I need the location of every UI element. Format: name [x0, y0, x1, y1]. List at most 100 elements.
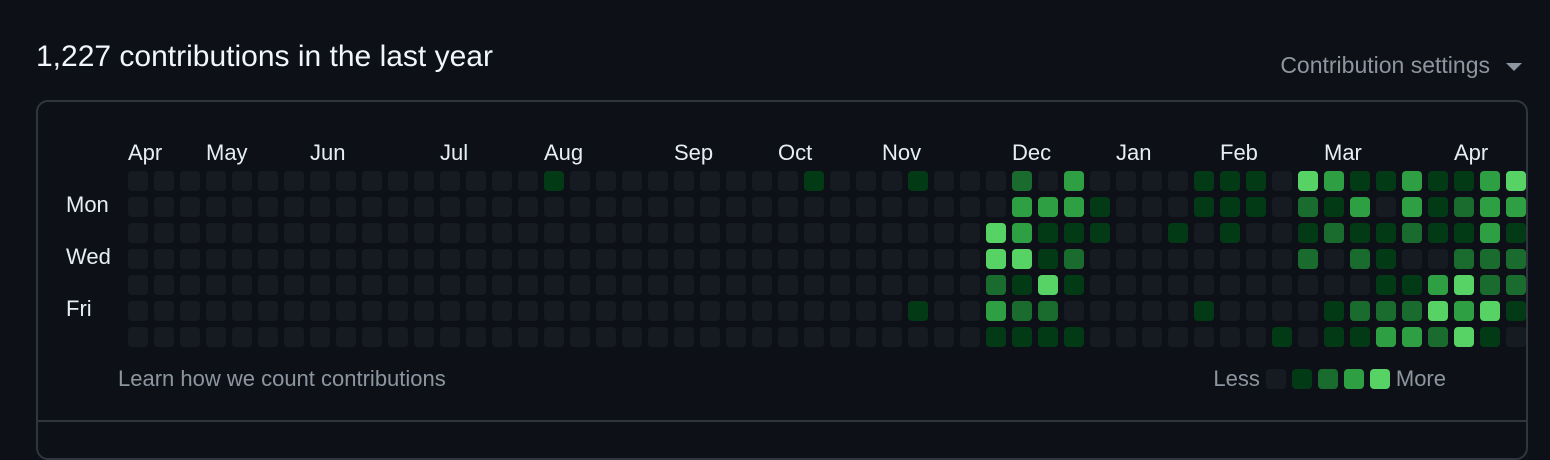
contribution-day-cell[interactable] [1090, 197, 1110, 217]
contribution-day-cell[interactable] [544, 327, 564, 347]
contribution-day-cell[interactable] [414, 171, 434, 191]
contribution-day-cell[interactable] [648, 197, 668, 217]
contribution-day-cell[interactable] [960, 171, 980, 191]
contribution-day-cell[interactable] [518, 249, 538, 269]
contribution-day-cell[interactable] [856, 327, 876, 347]
contribution-day-cell[interactable] [596, 197, 616, 217]
contribution-day-cell[interactable] [128, 223, 148, 243]
contribution-day-cell[interactable] [1220, 301, 1240, 321]
contribution-day-cell[interactable] [1272, 197, 1292, 217]
contribution-day-cell[interactable] [1480, 171, 1500, 191]
contribution-day-cell[interactable] [1324, 171, 1344, 191]
contribution-day-cell[interactable] [960, 197, 980, 217]
contribution-day-cell[interactable] [180, 301, 200, 321]
contribution-day-cell[interactable] [1506, 327, 1526, 347]
contribution-day-cell[interactable] [570, 275, 590, 295]
contribution-day-cell[interactable] [466, 249, 486, 269]
contribution-day-cell[interactable] [1220, 223, 1240, 243]
contribution-day-cell[interactable] [1220, 327, 1240, 347]
contribution-day-cell[interactable] [1506, 249, 1526, 269]
contribution-day-cell[interactable] [336, 301, 356, 321]
contribution-day-cell[interactable] [258, 275, 278, 295]
contribution-day-cell[interactable] [440, 327, 460, 347]
contribution-day-cell[interactable] [752, 327, 772, 347]
contribution-day-cell[interactable] [752, 275, 772, 295]
contribution-day-cell[interactable] [1038, 327, 1058, 347]
contribution-day-cell[interactable] [362, 327, 382, 347]
contribution-day-cell[interactable] [570, 249, 590, 269]
contribution-day-cell[interactable] [1402, 197, 1422, 217]
contribution-day-cell[interactable] [1116, 249, 1136, 269]
contribution-day-cell[interactable] [1246, 223, 1266, 243]
contribution-day-cell[interactable] [856, 249, 876, 269]
contribution-day-cell[interactable] [1480, 301, 1500, 321]
contribution-day-cell[interactable] [284, 249, 304, 269]
contribution-day-cell[interactable] [778, 301, 798, 321]
contribution-day-cell[interactable] [414, 275, 434, 295]
contribution-day-cell[interactable] [1038, 171, 1058, 191]
contribution-day-cell[interactable] [726, 223, 746, 243]
contribution-day-cell[interactable] [1324, 275, 1344, 295]
contribution-day-cell[interactable] [1012, 197, 1032, 217]
contribution-day-cell[interactable] [570, 223, 590, 243]
contribution-day-cell[interactable] [1272, 249, 1292, 269]
contribution-day-cell[interactable] [1480, 249, 1500, 269]
contribution-day-cell[interactable] [518, 301, 538, 321]
contribution-day-cell[interactable] [726, 327, 746, 347]
contribution-day-cell[interactable] [1168, 249, 1188, 269]
contribution-day-cell[interactable] [1246, 301, 1266, 321]
contribution-day-cell[interactable] [1116, 197, 1136, 217]
contribution-day-cell[interactable] [1402, 249, 1422, 269]
contribution-day-cell[interactable] [1376, 171, 1396, 191]
contribution-day-cell[interactable] [128, 327, 148, 347]
contribution-day-cell[interactable] [1324, 327, 1344, 347]
contribution-day-cell[interactable] [180, 249, 200, 269]
contribution-day-cell[interactable] [1168, 223, 1188, 243]
contribution-day-cell[interactable] [1064, 197, 1084, 217]
contribution-day-cell[interactable] [1220, 275, 1240, 295]
contribution-day-cell[interactable] [804, 171, 824, 191]
contribution-day-cell[interactable] [518, 197, 538, 217]
contribution-day-cell[interactable] [986, 327, 1006, 347]
contribution-day-cell[interactable] [232, 301, 252, 321]
contribution-day-cell[interactable] [1480, 223, 1500, 243]
contribution-day-cell[interactable] [778, 197, 798, 217]
contribution-day-cell[interactable] [258, 301, 278, 321]
contribution-day-cell[interactable] [960, 301, 980, 321]
contribution-day-cell[interactable] [1272, 327, 1292, 347]
contribution-day-cell[interactable] [882, 223, 902, 243]
contribution-day-cell[interactable] [700, 327, 720, 347]
contribution-day-cell[interactable] [1142, 171, 1162, 191]
contribution-day-cell[interactable] [1506, 275, 1526, 295]
contribution-day-cell[interactable] [1064, 249, 1084, 269]
contribution-day-cell[interactable] [1402, 223, 1422, 243]
contribution-day-cell[interactable] [908, 197, 928, 217]
contribution-day-cell[interactable] [206, 171, 226, 191]
contribution-day-cell[interactable] [700, 275, 720, 295]
contribution-day-cell[interactable] [1116, 301, 1136, 321]
contribution-day-cell[interactable] [726, 275, 746, 295]
contribution-day-cell[interactable] [1350, 171, 1370, 191]
contribution-day-cell[interactable] [336, 249, 356, 269]
contribution-day-cell[interactable] [492, 249, 512, 269]
contribution-day-cell[interactable] [1480, 275, 1500, 295]
contribution-day-cell[interactable] [128, 275, 148, 295]
contribution-day-cell[interactable] [1298, 275, 1318, 295]
contribution-day-cell[interactable] [1350, 275, 1370, 295]
contribution-day-cell[interactable] [492, 301, 512, 321]
contribution-day-cell[interactable] [1428, 301, 1448, 321]
contribution-day-cell[interactable] [596, 249, 616, 269]
contribution-day-cell[interactable] [804, 275, 824, 295]
contribution-day-cell[interactable] [1090, 223, 1110, 243]
contribution-day-cell[interactable] [804, 223, 824, 243]
contribution-day-cell[interactable] [544, 301, 564, 321]
contribution-day-cell[interactable] [440, 223, 460, 243]
contribution-day-cell[interactable] [492, 197, 512, 217]
contribution-day-cell[interactable] [180, 327, 200, 347]
contribution-day-cell[interactable] [362, 171, 382, 191]
contribution-day-cell[interactable] [466, 327, 486, 347]
contribution-day-cell[interactable] [336, 223, 356, 243]
contribution-day-cell[interactable] [674, 301, 694, 321]
contribution-day-cell[interactable] [804, 327, 824, 347]
contribution-day-cell[interactable] [336, 275, 356, 295]
